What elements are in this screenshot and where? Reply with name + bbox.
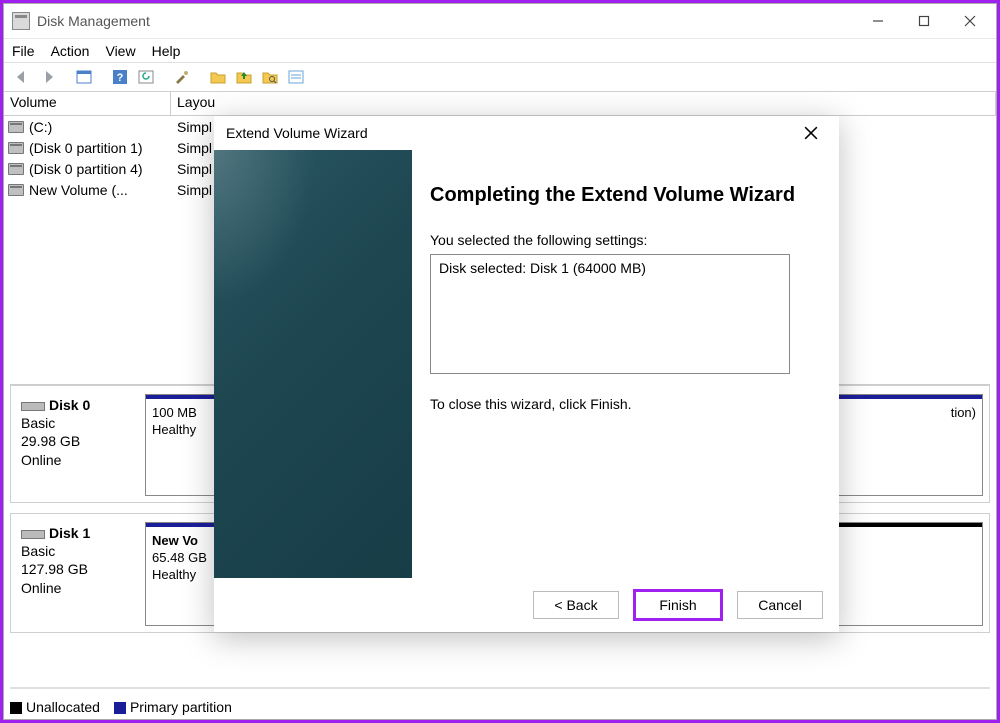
close-button[interactable] bbox=[947, 6, 993, 36]
folder-icon[interactable] bbox=[206, 65, 230, 89]
help-icon[interactable]: ? bbox=[108, 65, 132, 89]
col-layout[interactable]: Layou bbox=[171, 92, 996, 115]
back-button[interactable]: < Back bbox=[533, 591, 619, 619]
toolbar: ? bbox=[4, 62, 996, 92]
forward-icon[interactable] bbox=[36, 65, 60, 89]
wizard-footer: < Back Finish Cancel bbox=[214, 578, 839, 632]
wizard-close-button[interactable] bbox=[795, 119, 827, 147]
drive-icon bbox=[8, 163, 24, 175]
table-icon[interactable] bbox=[72, 65, 96, 89]
drive-icon bbox=[8, 184, 24, 196]
properties-icon[interactable] bbox=[170, 65, 194, 89]
menu-help[interactable]: Help bbox=[152, 43, 181, 59]
menu-action[interactable]: Action bbox=[51, 43, 90, 59]
column-headers: Volume Layou bbox=[4, 92, 996, 116]
disk-icon bbox=[21, 402, 45, 411]
legend-primary-swatch bbox=[114, 702, 126, 714]
wizard-heading: Completing the Extend Volume Wizard bbox=[430, 182, 817, 208]
back-icon[interactable] bbox=[10, 65, 34, 89]
extend-volume-wizard: Extend Volume Wizard Completing the Exte… bbox=[214, 116, 839, 632]
menu-view[interactable]: View bbox=[105, 43, 135, 59]
partition[interactable]: 100 MB Healthy bbox=[145, 394, 225, 496]
minimize-button[interactable] bbox=[855, 6, 901, 36]
disk-info: Disk 1 Basic 127.98 GB Online bbox=[11, 514, 139, 632]
wizard-titlebar[interactable]: Extend Volume Wizard bbox=[214, 116, 839, 150]
legend-unallocated-swatch bbox=[10, 702, 22, 714]
finish-button[interactable]: Finish bbox=[633, 589, 723, 621]
disk-icon bbox=[21, 530, 45, 539]
list-icon[interactable] bbox=[284, 65, 308, 89]
legend: Unallocated Primary partition bbox=[10, 699, 232, 715]
drive-icon bbox=[8, 142, 24, 154]
titlebar[interactable]: Disk Management bbox=[4, 4, 996, 38]
wizard-content: Completing the Extend Volume Wizard You … bbox=[412, 150, 839, 578]
drive-icon bbox=[8, 121, 24, 133]
app-icon bbox=[12, 12, 30, 30]
folder-search-icon[interactable] bbox=[258, 65, 282, 89]
svg-text:?: ? bbox=[117, 72, 124, 84]
folder-up-icon[interactable] bbox=[232, 65, 256, 89]
maximize-button[interactable] bbox=[901, 6, 947, 36]
wizard-sidebar-graphic bbox=[214, 150, 412, 578]
col-volume[interactable]: Volume bbox=[4, 92, 171, 115]
cancel-button[interactable]: Cancel bbox=[737, 591, 823, 619]
menubar: File Action View Help bbox=[4, 38, 996, 62]
refresh-icon[interactable] bbox=[134, 65, 158, 89]
wizard-title: Extend Volume Wizard bbox=[226, 125, 368, 141]
main-window: Disk Management File Action View Help ? … bbox=[3, 3, 997, 720]
wizard-intro: You selected the following settings: bbox=[430, 232, 817, 248]
menu-file[interactable]: File bbox=[12, 43, 35, 59]
wizard-close-text: To close this wizard, click Finish. bbox=[430, 396, 817, 412]
disk-info: Disk 0 Basic 29.98 GB Online bbox=[11, 386, 139, 502]
window-title: Disk Management bbox=[37, 13, 150, 29]
wizard-settings-box: Disk selected: Disk 1 (64000 MB) bbox=[430, 254, 790, 374]
